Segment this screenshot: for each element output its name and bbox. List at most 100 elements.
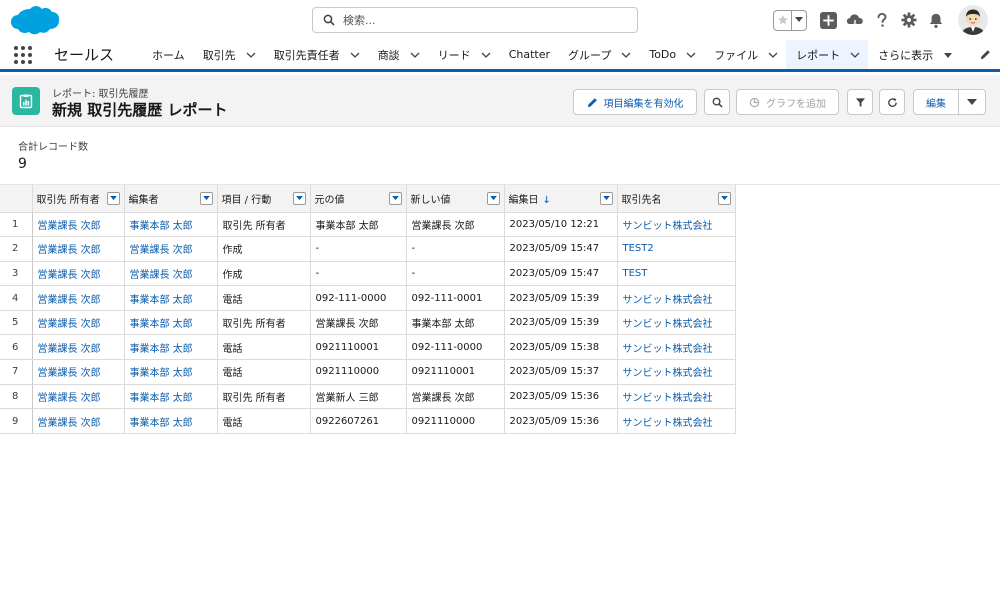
search-report-button[interactable] <box>704 89 730 115</box>
nav-tab-reports[interactable]: レポート <box>786 40 869 72</box>
nav-tab-label: 商談 <box>377 48 400 62</box>
cell-edited-by[interactable]: 事業本部 太郎 <box>124 359 218 385</box>
cell-account-owner[interactable]: 営業課長 次郎 <box>32 285 125 311</box>
column-header-old-value[interactable]: 元の値 <box>310 185 407 213</box>
column-header-edit-date[interactable]: 編集日 ↓ <box>504 185 618 213</box>
column-menu-icon[interactable] <box>106 191 120 205</box>
nav-tab-groups[interactable]: グループ <box>558 40 639 69</box>
cell-account-name[interactable]: サンビット株式会社 <box>617 334 736 361</box>
sort-descending-arrow-icon[interactable]: ↓ <box>543 195 551 206</box>
cell-new-value: 092-111-0000 <box>406 334 505 361</box>
row-number-header <box>0 185 33 213</box>
cell-field-event: 作成 <box>217 261 311 287</box>
nav-tab-label: レポート <box>796 48 841 62</box>
cell-account-owner[interactable]: 営業課長 次郎 <box>32 384 125 410</box>
column-header-account-owner[interactable]: 取引先 所有者 <box>32 185 125 213</box>
global-search[interactable] <box>312 7 638 33</box>
cell-edit-date: 2023/05/09 15:47 <box>504 261 618 287</box>
cell-account-name[interactable]: サンビット株式会社 <box>617 285 736 311</box>
chevron-down-icon[interactable] <box>621 50 631 60</box>
cell-new-value: 事業本部 太郎 <box>406 310 505 336</box>
app-name: セールス <box>54 46 115 64</box>
favorites-dropdown-icon[interactable] <box>792 11 806 30</box>
nav-tab-leads[interactable]: リード <box>428 40 499 69</box>
column-menu-icon[interactable] <box>717 191 731 205</box>
edit-button[interactable]: 編集 <box>913 89 959 115</box>
cell-account-name[interactable]: サンビット株式会社 <box>617 212 736 238</box>
chevron-down-icon[interactable] <box>410 50 420 60</box>
column-header-field-event[interactable]: 項目 / 行動 <box>217 185 311 213</box>
cell-account-owner[interactable]: 営業課長 次郎 <box>32 408 125 434</box>
cell-account-name[interactable]: サンビット株式会社 <box>617 408 736 434</box>
column-header-edited-by[interactable]: 編集者 <box>124 185 218 213</box>
cell-account-name[interactable]: サンビット株式会社 <box>617 310 736 336</box>
column-menu-icon[interactable] <box>292 191 306 205</box>
chevron-down-icon[interactable] <box>481 50 491 60</box>
column-menu-icon[interactable] <box>486 191 500 205</box>
cell-edited-by[interactable]: 営業課長 次郎 <box>124 236 218 262</box>
nav-tab-todo[interactable]: ToDo <box>639 40 704 69</box>
cell-new-value: - <box>406 261 505 287</box>
cell-account-name[interactable]: TEST <box>617 261 736 287</box>
cell-edited-by[interactable]: 事業本部 太郎 <box>124 384 218 410</box>
caret-down-icon[interactable] <box>943 50 953 60</box>
cell-account-owner[interactable]: 営業課長 次郎 <box>32 359 125 385</box>
nav-tab-more[interactable]: さらに表示 <box>868 40 961 69</box>
column-header-new-value[interactable]: 新しい値 <box>406 185 505 213</box>
user-avatar[interactable] <box>958 5 988 35</box>
nav-tab-chatter[interactable]: Chatter <box>499 40 558 69</box>
trailhead-cloud-icon[interactable] <box>846 11 864 29</box>
cell-account-name[interactable]: TEST2 <box>617 236 736 262</box>
cell-account-owner[interactable]: 営業課長 次郎 <box>32 212 125 238</box>
cell-new-value: 092-111-0001 <box>406 285 505 311</box>
chevron-down-icon[interactable] <box>246 50 256 60</box>
edit-nav-pencil-icon[interactable] <box>970 40 1000 69</box>
column-header-account-name[interactable]: 取引先名 <box>617 185 736 213</box>
search-input[interactable] <box>343 13 623 27</box>
cell-account-owner[interactable]: 営業課長 次郎 <box>32 310 125 336</box>
setup-gear-icon[interactable] <box>900 11 918 29</box>
nav-tab-home[interactable]: ホーム <box>142 40 193 69</box>
chevron-down-icon[interactable] <box>850 50 860 60</box>
button-label: グラフを追加 <box>766 98 826 110</box>
global-create-icon[interactable] <box>819 11 837 29</box>
cell-account-owner[interactable]: 営業課長 次郎 <box>32 261 125 287</box>
cell-field-event: 取引先 所有者 <box>217 310 311 336</box>
cell-edited-by[interactable]: 事業本部 太郎 <box>124 285 218 311</box>
cell-account-owner[interactable]: 営業課長 次郎 <box>32 334 125 361</box>
cell-edit-date: 2023/05/09 15:36 <box>504 384 618 410</box>
refresh-button[interactable] <box>879 89 905 115</box>
chevron-down-icon[interactable] <box>768 50 778 60</box>
column-header-label: 新しい値 <box>410 194 451 206</box>
edit-menu-button[interactable] <box>958 89 986 115</box>
cell-edited-by[interactable]: 営業課長 次郎 <box>124 261 218 287</box>
cell-edited-by[interactable]: 事業本部 太郎 <box>124 310 218 336</box>
nav-tab-accounts[interactable]: 取引先 <box>193 40 264 69</box>
app-launcher-icon[interactable] <box>0 40 46 69</box>
cell-field-event: 取引先 所有者 <box>217 212 311 238</box>
chevron-down-icon[interactable] <box>350 50 360 60</box>
nav-tab-contacts[interactable]: 取引先責任者 <box>264 40 368 69</box>
cell-account-owner[interactable]: 営業課長 次郎 <box>32 236 125 262</box>
favorite-star-icon[interactable] <box>774 10 792 30</box>
column-menu-icon[interactable] <box>388 191 402 205</box>
enable-field-edit-button[interactable]: 項目編集を有効化 <box>573 89 697 115</box>
cell-account-name[interactable]: サンビット株式会社 <box>617 384 736 410</box>
nav-tab-opportunities[interactable]: 商談 <box>368 40 428 69</box>
cell-old-value: 092-111-0000 <box>310 285 407 311</box>
nav-tab-files[interactable]: ファイル <box>704 40 786 69</box>
column-menu-icon[interactable] <box>199 191 213 205</box>
cell-account-name[interactable]: サンビット株式会社 <box>617 359 736 385</box>
cell-edited-by[interactable]: 事業本部 太郎 <box>124 334 218 361</box>
table-row: 3 営業課長 次郎 営業課長 次郎 作成 - -2023/05/09 15:47 TEST <box>0 261 736 287</box>
salesforce-logo-icon[interactable] <box>10 4 60 36</box>
filter-button[interactable] <box>847 89 873 115</box>
notifications-bell-icon[interactable] <box>927 11 945 29</box>
nav-tab-label: グループ <box>568 48 612 62</box>
column-menu-icon[interactable] <box>599 191 613 205</box>
chevron-down-icon[interactable] <box>686 50 696 60</box>
help-icon[interactable] <box>873 11 891 29</box>
cell-edited-by[interactable]: 事業本部 太郎 <box>124 212 218 238</box>
cell-edited-by[interactable]: 事業本部 太郎 <box>124 408 218 434</box>
add-chart-button[interactable]: グラフを追加 <box>736 89 839 115</box>
